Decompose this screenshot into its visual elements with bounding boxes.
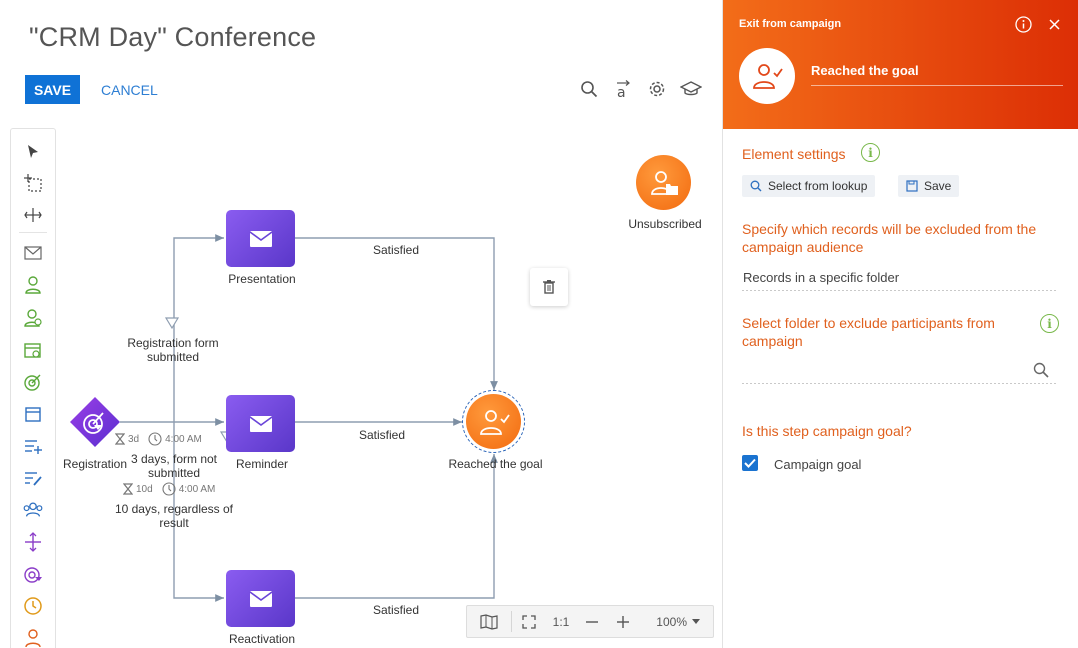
exclusion-rule-field[interactable]: Records in a specific folder (743, 270, 899, 285)
timer-three-days: 3d 4:00 AM (115, 432, 202, 446)
flow-connectors (120, 234, 498, 602)
timer-time: 4:00 AM (165, 433, 202, 445)
flow-label-three-days: 3 days, form not submitted (130, 452, 218, 480)
zoom-level: 100% (656, 614, 687, 629)
folder-lookup-underline (742, 383, 1058, 384)
flow-label-registration-form: Registration form submitted (127, 336, 219, 364)
actual-size-button[interactable]: 1:1 (546, 606, 576, 637)
exit-node-reached-goal[interactable] (466, 394, 521, 449)
check-icon (744, 458, 756, 468)
timer-days: 10d (136, 483, 153, 495)
map-icon[interactable] (467, 606, 511, 637)
element-settings-title: Element settings (742, 146, 846, 162)
campaign-designer: "CRM Day" Conference SAVE CANCEL a Prese… (0, 0, 1078, 648)
timer-days: 3d (128, 433, 140, 445)
node-label-reached-goal: Reached the goal (448, 457, 543, 471)
panel-header-title: Exit from campaign (739, 18, 842, 30)
chevron-down-icon (692, 619, 700, 624)
folder-title: Select folder to exclude participants fr… (742, 315, 995, 349)
hourglass-icon (115, 433, 125, 445)
email-node-presentation[interactable] (226, 210, 295, 267)
timer-ten-days: 10d 4:00 AM (123, 482, 215, 496)
info-icon[interactable]: i (1040, 314, 1059, 333)
info-icon[interactable]: i (861, 143, 880, 162)
search-icon (750, 180, 762, 192)
flow-label-satisfied-top: Satisfied (372, 243, 420, 257)
campaign-goal-title: Is this step campaign goal? (742, 423, 912, 439)
node-label-presentation: Presentation (228, 272, 296, 286)
close-icon[interactable] (1047, 17, 1062, 32)
user-check-icon (479, 409, 510, 435)
select-from-lookup-button[interactable]: Select from lookup (742, 175, 876, 197)
email-icon (249, 590, 272, 607)
email-icon (249, 230, 272, 247)
zoom-out-button[interactable] (576, 606, 608, 637)
node-label-unsubscribed: Unsubscribed (628, 217, 702, 231)
zoom-toolbar: 1:1 100% (466, 605, 714, 638)
hourglass-icon (123, 483, 133, 495)
save-settings-button[interactable]: Save (898, 175, 960, 197)
user-folder-icon (650, 170, 678, 195)
search-icon[interactable] (1033, 362, 1049, 378)
panel-header: Exit from campaign Reached the goal (723, 0, 1078, 129)
user-check-icon (753, 64, 783, 89)
fit-screen-icon[interactable] (512, 606, 546, 637)
flow-label-satisfied-mid: Satisfied (358, 428, 406, 442)
save-settings-label: Save (924, 179, 952, 193)
flow-label-satisfied-bottom: Satisfied (372, 603, 420, 617)
campaign-goal-label: Campaign goal (774, 457, 862, 472)
clock-icon (148, 432, 162, 446)
campaign-goal-checkbox[interactable] (742, 455, 758, 471)
timer-time: 4:00 AM (178, 483, 216, 495)
plus-icon (617, 615, 629, 628)
trash-icon (543, 280, 555, 294)
email-icon (249, 415, 272, 432)
clock-icon (162, 482, 176, 496)
node-label-reactivation: Reactivation (228, 632, 296, 646)
element-name-field[interactable]: Reached the goal (811, 63, 919, 78)
element-properties-panel: Exit from campaign Reached the goal Elem… (722, 0, 1078, 648)
element-name-underline (811, 85, 1063, 86)
event-node-registration[interactable] (69, 396, 121, 448)
info-icon[interactable] (1015, 16, 1032, 33)
email-node-reminder[interactable] (226, 395, 295, 452)
zoom-level-select[interactable]: 100% (638, 606, 710, 637)
floppy-icon (906, 180, 918, 192)
delete-element-button[interactable] (530, 268, 568, 306)
zoom-in-button[interactable] (608, 606, 638, 637)
node-label-reminder: Reminder (235, 457, 289, 471)
flow-label-ten-days: 10 days, regardless of result (114, 502, 234, 530)
email-node-reactivation[interactable] (226, 570, 295, 627)
minus-icon (586, 620, 598, 623)
element-avatar (739, 48, 795, 104)
exclusion-rule-title: Specify which records will be excluded f… (742, 221, 1037, 255)
exclusion-rule-underline (742, 290, 1058, 291)
select-from-lookup-label: Select from lookup (768, 179, 868, 193)
exit-node-unsubscribed[interactable] (636, 155, 691, 210)
